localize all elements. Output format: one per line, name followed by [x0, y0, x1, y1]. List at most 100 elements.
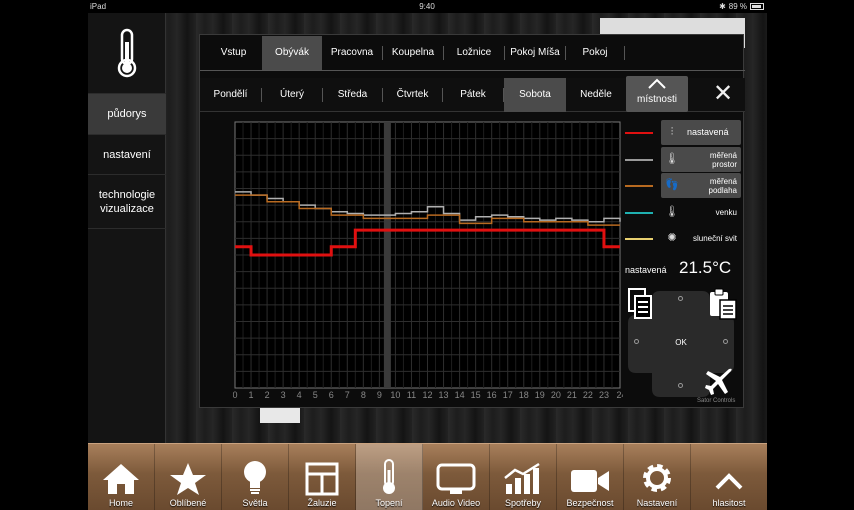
legend-label: sluneční svit	[692, 234, 737, 243]
dpad-up-button[interactable]	[678, 296, 683, 301]
setpoint-label: nastavená	[625, 265, 667, 275]
legend-line-room	[625, 159, 653, 161]
sidebar: půdorys nastavení technologie vizualizac…	[88, 13, 166, 443]
legend-toggle-room[interactable]: 🌡 měřená prostor	[661, 147, 741, 172]
toolbar-settings[interactable]: Nastavení	[624, 444, 691, 510]
setpoint-value: 21.5°C	[679, 258, 732, 277]
dpad-ok-button[interactable]: OK	[670, 338, 692, 347]
legend-label: měřená prostor	[709, 150, 737, 169]
x-tick-label: 3	[281, 390, 286, 400]
legend-toggle-setpoint[interactable]: ⫶ nastavená	[661, 120, 741, 145]
x-tick-label: 12	[422, 390, 432, 400]
toolbar-heating[interactable]: Topení	[356, 444, 423, 510]
rooms-toggle-button[interactable]: místnosti	[626, 76, 688, 112]
sidebar-item-settings[interactable]: nastavení	[88, 134, 166, 174]
tab-room-koupelna[interactable]: Koupelna	[383, 36, 443, 70]
x-tick-label: 10	[390, 390, 400, 400]
thermometer-icon: 🌡	[665, 153, 679, 165]
x-tick-label: 20	[551, 390, 561, 400]
toolbar-consumption[interactable]: Spotřeby	[490, 444, 557, 510]
dpad-right-button[interactable]	[723, 339, 728, 344]
battery-icon	[750, 3, 764, 10]
toolbar-label: Světla	[242, 498, 268, 508]
chevron-up-icon	[626, 76, 688, 94]
toolbar-label: Spotřeby	[504, 498, 542, 508]
tab-room-vstup[interactable]: Vstup	[205, 36, 262, 70]
toolbar-label: Audio Video	[431, 498, 481, 508]
room-tabs: Vstup Obývák Pracovna Koupelna Ložnice P…	[200, 35, 745, 71]
brand-label: Sator Controls	[697, 398, 736, 404]
temperature-chart[interactable]: 0123456789101112131415161718192021222324…	[233, 120, 623, 402]
sidebar-item-floorplan[interactable]: půdorys	[88, 93, 166, 134]
x-tick-label: 17	[503, 390, 513, 400]
x-tick-label: 5	[313, 390, 318, 400]
thermometer-icon	[383, 459, 395, 494]
legend-line-outside	[625, 212, 653, 214]
tab-room-obyvak[interactable]: Obývák	[262, 35, 322, 70]
current-time-band	[383, 122, 391, 388]
legend-toggle-sunshine[interactable]: ✺ sluneční svit	[661, 226, 741, 251]
x-tick-label: 6	[329, 390, 334, 400]
paste-icon[interactable]	[708, 288, 738, 320]
tab-room-pokoj-misa[interactable]: Pokoj Míša	[505, 36, 565, 70]
toolbar-label: Bezpečnost	[566, 498, 614, 508]
tab-day-wednesday[interactable]: Středa	[323, 78, 382, 112]
x-tick-label: 4	[297, 390, 302, 400]
chevron-up-icon	[715, 473, 743, 490]
x-tick-label: 18	[519, 390, 529, 400]
toolbar-security[interactable]: Bezpečnost	[557, 444, 624, 510]
x-tick-label: 14	[455, 390, 465, 400]
x-tick-label: 11	[407, 390, 416, 400]
legend-label: venku	[715, 208, 737, 217]
x-tick-label: 22	[583, 390, 593, 400]
legend-toggle-floor[interactable]: 👣 měřená podlaha	[661, 173, 741, 198]
airplane-icon[interactable]	[704, 368, 734, 396]
rooms-toggle-label: místnosti	[636, 94, 677, 105]
legend-toggle-outside[interactable]: 🌡 venku	[661, 200, 741, 225]
tab-day-monday[interactable]: Pondělí	[200, 78, 261, 112]
home-icon	[103, 464, 139, 494]
copy-icon[interactable]	[628, 288, 653, 320]
toolbar-audio-video[interactable]: Audio Video	[423, 444, 490, 510]
x-tick-label: 21	[567, 390, 577, 400]
footprints-icon: 👣	[665, 179, 679, 191]
monitor-icon	[436, 463, 476, 494]
tab-day-saturday[interactable]: Sobota	[504, 77, 566, 112]
toolbar-label: Topení	[375, 498, 403, 508]
settings-sliders-icon: ⫶	[670, 126, 674, 138]
video-camera-icon	[571, 470, 609, 492]
thermometer-logo-icon	[88, 13, 165, 93]
sidebar-item-tech-visualization[interactable]: technologie vizualizace	[88, 174, 166, 229]
legend-line-sunshine	[625, 238, 653, 240]
tab-room-pracovna[interactable]: Pracovna	[322, 36, 382, 70]
dpad-down-button[interactable]	[678, 383, 683, 388]
x-tick-label: 0	[233, 390, 238, 400]
thermometer-icon: 🌡	[665, 206, 679, 218]
tab-day-friday[interactable]: Pátek	[443, 78, 503, 112]
x-tick-label: 23	[599, 390, 609, 400]
legend-line-setpoint	[625, 132, 653, 134]
tab-day-thursday[interactable]: Čtvrtek	[383, 78, 442, 112]
tab-day-sunday[interactable]: Neděle	[566, 78, 626, 112]
toolbar-blinds[interactable]: Žaluzie	[289, 444, 356, 510]
x-tick-label: 15	[471, 390, 481, 400]
x-tick-label: 9	[377, 390, 382, 400]
toolbar-volume[interactable]: hlasitost	[691, 444, 767, 510]
tab-room-loznice[interactable]: Ložnice	[444, 36, 504, 70]
dpad-left-button[interactable]	[634, 339, 639, 344]
toolbar-home[interactable]: Home	[88, 444, 155, 510]
sun-icon: ✺	[667, 232, 677, 244]
toolbar-label: Žaluzie	[307, 498, 337, 508]
toolbar-label: Nastavení	[636, 498, 678, 508]
toolbar-favorites[interactable]: Oblíbené	[155, 444, 222, 510]
gear-icon	[643, 464, 671, 492]
x-tick-label: 8	[361, 390, 366, 400]
tab-day-tuesday[interactable]: Úterý	[262, 78, 322, 112]
legend-label: měřená podlaha	[708, 176, 737, 195]
toolbar-label: Home	[108, 498, 133, 508]
tab-room-pokoj[interactable]: Pokoj	[566, 36, 624, 70]
toolbar-lights[interactable]: Světla	[222, 444, 289, 510]
x-tick-label: 1	[249, 390, 254, 400]
close-icon[interactable]: ✕	[708, 80, 738, 110]
x-tick-label: 7	[345, 390, 350, 400]
